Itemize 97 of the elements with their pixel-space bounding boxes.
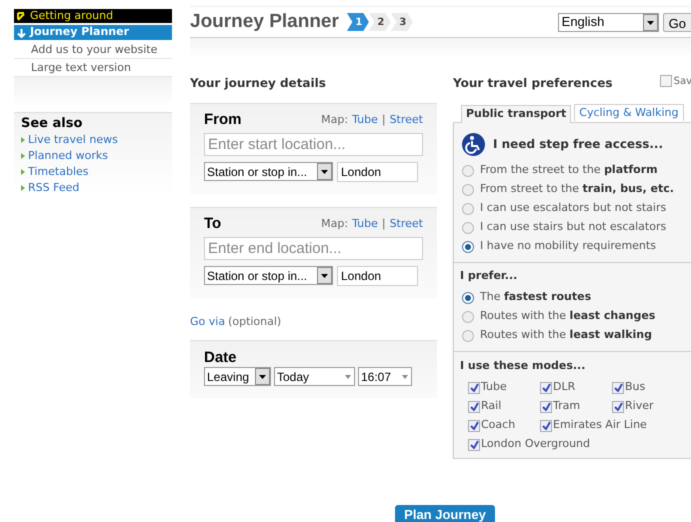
tab[interactable]: Public transport xyxy=(461,105,572,123)
step-free-heading: I need step free access... xyxy=(493,136,664,153)
link-separator: | xyxy=(382,216,386,232)
checkbox[interactable] xyxy=(612,400,624,412)
check-icon xyxy=(542,383,550,392)
radio-button[interactable] xyxy=(462,292,474,304)
tab[interactable]: Cycling & Walking xyxy=(574,104,684,121)
checkbox[interactable] xyxy=(468,382,480,394)
wheelchair-icon xyxy=(462,132,485,156)
checkbox-label: Rail xyxy=(481,398,502,414)
radio-label: From street to the train, bus, etc. xyxy=(480,181,674,198)
radio-button[interactable] xyxy=(462,310,474,322)
leaving-select[interactable]: Leaving xyxy=(204,367,271,386)
go-button[interactable]: Go xyxy=(662,12,691,32)
go-via-link[interactable]: Go via xyxy=(190,314,226,328)
checkbox-label: River xyxy=(625,398,654,414)
nav-section-label: Getting around xyxy=(30,9,114,23)
radio-label: Routes with the least changes xyxy=(480,308,656,324)
step-indicator[interactable]: 2 xyxy=(368,13,391,31)
see-also-link[interactable]: Timetables xyxy=(28,164,89,180)
check-icon xyxy=(614,402,622,411)
checkbox-label: Coach xyxy=(481,417,516,434)
step-indicator[interactable]: 3 xyxy=(390,13,413,31)
modes-heading: I use these modes... xyxy=(460,358,586,374)
bullet-icon xyxy=(21,169,25,175)
radio-label: The fastest routes xyxy=(480,289,592,306)
checkbox-label: Tube xyxy=(481,379,507,396)
map-label: Map: xyxy=(321,216,348,232)
checkbox[interactable] xyxy=(612,382,624,394)
map-link[interactable]: Street xyxy=(390,216,423,232)
radio-button[interactable] xyxy=(462,184,474,196)
checkbox-label: Emirates Air Line xyxy=(553,417,647,434)
check-icon xyxy=(470,440,478,449)
radio-label: Routes with the least walking xyxy=(480,327,652,344)
checkbox[interactable] xyxy=(540,382,552,394)
radio-button[interactable] xyxy=(462,222,474,234)
check-icon xyxy=(542,402,550,411)
checkbox-label: London Overground xyxy=(481,436,590,452)
check-icon xyxy=(470,421,478,430)
checkbox[interactable] xyxy=(540,400,552,412)
arrow-icon xyxy=(17,12,26,20)
bullet-icon xyxy=(21,185,25,191)
location-input[interactable]: Enter start location... xyxy=(204,133,423,156)
location-heading: To xyxy=(204,214,222,234)
nav-link[interactable]: Add us to your website xyxy=(14,41,172,59)
section-heading: Your travel preferences xyxy=(453,75,612,92)
radio-label: I can use escalators but not stairs xyxy=(480,200,666,216)
checkbox[interactable] xyxy=(540,420,552,432)
map-link[interactable]: Street xyxy=(390,112,423,128)
checkbox[interactable] xyxy=(468,438,480,450)
stop-type-select[interactable]: Station or stop in... xyxy=(204,266,333,285)
nav-section[interactable]: Getting around xyxy=(14,9,172,23)
see-also-link[interactable]: RSS Feed xyxy=(28,180,80,196)
bullet-icon xyxy=(21,153,25,159)
radio-label: I can use stairs but not escalators xyxy=(480,219,666,236)
location-heading: From xyxy=(204,110,242,130)
check-icon xyxy=(470,402,478,411)
checkbox-label: Bus xyxy=(625,379,646,396)
bullet-icon xyxy=(21,137,25,143)
page-title: Journey Planner xyxy=(190,10,339,34)
radio-label: From the street to the platform xyxy=(480,162,658,178)
checkbox-label: Tram xyxy=(553,398,580,414)
map-link[interactable]: Tube xyxy=(352,216,378,232)
area-input[interactable]: London xyxy=(337,266,418,286)
link-separator: | xyxy=(382,112,386,128)
section-heading: Your journey details xyxy=(190,75,327,92)
prefer-heading: I prefer... xyxy=(459,268,518,284)
radio-button[interactable] xyxy=(462,240,474,252)
see-also-link[interactable]: Planned works xyxy=(28,148,108,164)
save-checkbox[interactable] xyxy=(660,75,672,87)
optional-note: (optional) xyxy=(228,314,282,328)
time-select[interactable]: 16:07 xyxy=(358,367,412,386)
checkbox-label: DLR xyxy=(553,379,576,396)
language-select[interactable]: English xyxy=(558,12,659,32)
area-input[interactable]: London xyxy=(337,162,418,182)
date-heading: Date xyxy=(204,348,238,366)
plan-journey-button[interactable]: Plan Journey xyxy=(395,505,495,522)
down-arrow-icon xyxy=(17,28,26,38)
check-icon xyxy=(614,383,622,392)
location-input[interactable]: Enter end location... xyxy=(204,237,423,260)
radio-button[interactable] xyxy=(462,164,474,176)
radio-label: I have no mobility requirements xyxy=(480,238,656,254)
see-also-link[interactable]: Live travel news xyxy=(28,132,118,148)
check-icon xyxy=(542,421,550,430)
map-label: Map: xyxy=(321,112,348,128)
radio-button[interactable] xyxy=(462,202,474,214)
stop-type-select[interactable]: Station or stop in... xyxy=(204,162,333,181)
radio-button[interactable] xyxy=(462,330,474,342)
see-also-heading: See also xyxy=(21,115,84,132)
nav-current-item[interactable]: Journey Planner xyxy=(14,25,172,41)
nav-current-label: Journey Planner xyxy=(30,24,129,40)
checkbox[interactable] xyxy=(468,420,480,432)
day-select[interactable]: Today xyxy=(274,367,355,386)
map-link[interactable]: Tube xyxy=(352,112,378,128)
check-icon xyxy=(470,383,478,392)
language-value: English xyxy=(562,13,604,32)
checkbox[interactable] xyxy=(468,400,480,412)
